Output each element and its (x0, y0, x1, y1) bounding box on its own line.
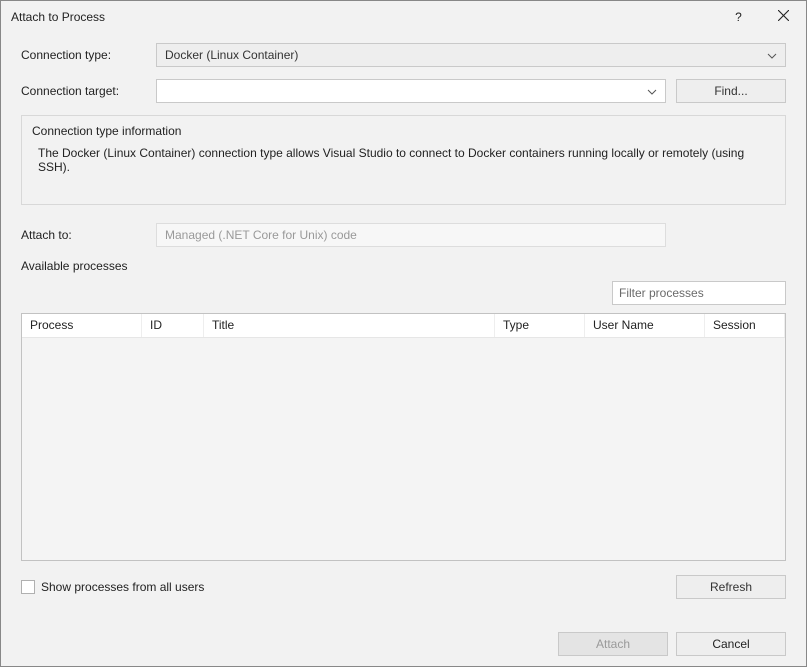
chevron-down-icon (767, 50, 777, 60)
close-button[interactable] (761, 3, 806, 31)
table-header: Process ID Title Type User Name Session (22, 314, 785, 338)
window-title: Attach to Process (11, 10, 105, 24)
connection-type-dropdown[interactable]: Docker (Linux Container) (156, 43, 786, 67)
find-button[interactable]: Find... (676, 79, 786, 103)
col-header-process[interactable]: Process (22, 314, 142, 337)
info-panel-text: The Docker (Linux Container) connection … (32, 146, 775, 174)
col-header-title[interactable]: Title (204, 314, 495, 337)
attach-button: Attach (558, 632, 668, 656)
help-button[interactable]: ? (716, 3, 761, 31)
attach-to-label: Attach to: (21, 228, 156, 242)
chevron-down-icon (647, 86, 657, 96)
col-header-user[interactable]: User Name (585, 314, 705, 337)
col-header-type[interactable]: Type (495, 314, 585, 337)
connection-target-label: Connection target: (21, 84, 156, 98)
show-all-users-label: Show processes from all users (41, 580, 204, 594)
cancel-button[interactable]: Cancel (676, 632, 786, 656)
connection-type-info-panel: Connection type information The Docker (… (21, 115, 786, 205)
info-panel-title: Connection type information (32, 124, 775, 138)
close-icon (778, 10, 789, 24)
title-bar: Attach to Process ? (1, 1, 806, 33)
checkbox-box (21, 580, 35, 594)
connection-target-dropdown[interactable] (156, 79, 666, 103)
filter-processes-input[interactable] (619, 286, 774, 300)
attach-to-value: Managed (.NET Core for Unix) code (156, 223, 666, 247)
connection-type-value: Docker (Linux Container) (165, 48, 298, 62)
connection-type-label: Connection type: (21, 48, 156, 62)
help-icon: ? (735, 10, 742, 24)
show-all-users-checkbox[interactable]: Show processes from all users (21, 580, 204, 594)
available-processes-header: Available processes (21, 259, 786, 273)
refresh-button[interactable]: Refresh (676, 575, 786, 599)
col-header-id[interactable]: ID (142, 314, 204, 337)
col-header-session[interactable]: Session (705, 314, 785, 337)
filter-processes-box[interactable] (612, 281, 786, 305)
processes-table[interactable]: Process ID Title Type User Name Session (21, 313, 786, 561)
